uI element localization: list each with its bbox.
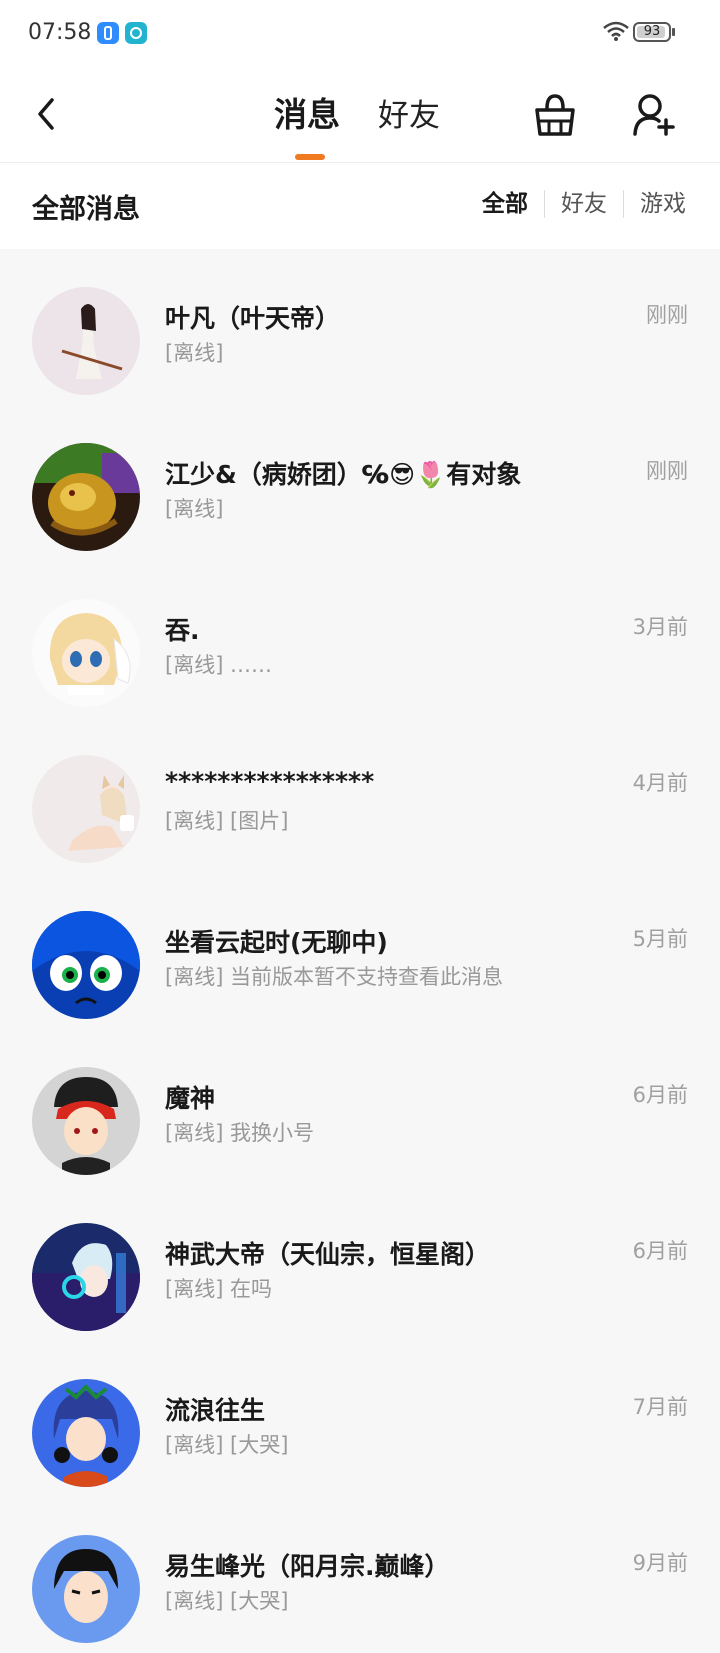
- shop-basket-icon[interactable]: [533, 92, 577, 138]
- filter-tabs: 全部 好友 游戏: [466, 190, 686, 218]
- battery-icon: 93: [633, 22, 671, 42]
- message-time: 刚刚: [646, 459, 688, 483]
- message-preview: [离线] [大哭]: [165, 1589, 289, 1613]
- message-time: 7月前: [632, 1395, 688, 1419]
- message-preview: [离线] [大哭]: [165, 1433, 289, 1457]
- avatar[interactable]: [32, 599, 140, 707]
- battery-percent: 93: [643, 24, 661, 39]
- message-row[interactable]: 易生峰光（阳月宗.巅峰） [离线] [大哭] 9月前: [0, 1497, 720, 1653]
- message-row[interactable]: **************** [离线] [图片] 4月前: [0, 717, 720, 873]
- tab-messages[interactable]: 消息: [274, 88, 340, 136]
- message-row[interactable]: 魔神 [离线] 我换小号 6月前: [0, 1029, 720, 1185]
- contact-name: 流浪往生: [165, 1396, 266, 1425]
- avatar[interactable]: [32, 443, 140, 551]
- message-time: 5月前: [632, 927, 688, 951]
- contact-name: 神武大帝（天仙宗，恒星阁）: [165, 1240, 491, 1269]
- message-row[interactable]: 流浪往生 [离线] [大哭] 7月前: [0, 1341, 720, 1497]
- message-time: 3月前: [632, 615, 688, 639]
- back-icon[interactable]: [28, 90, 68, 138]
- header: 消息 好友: [0, 66, 720, 163]
- battery-tip: [672, 28, 675, 36]
- message-row[interactable]: 坐看云起时(无聊中) [离线] 当前版本暂不支持查看此消息 5月前: [0, 873, 720, 1029]
- message-preview: [离线] ……: [165, 653, 273, 677]
- notification-app-icon-2: [125, 22, 147, 44]
- filter-tab-friends[interactable]: 好友: [544, 190, 623, 218]
- active-tab-indicator: [295, 154, 325, 160]
- message-list: 叶凡（叶天帝） [离线] 刚刚 江少&（病娇团）℅😎🌷有对象 [离线] 刚刚 吞…: [0, 249, 720, 1653]
- avatar[interactable]: [32, 287, 140, 395]
- status-bar: 07:58 93: [0, 0, 720, 66]
- message-preview: [离线]: [165, 497, 224, 521]
- message-time: 9月前: [632, 1551, 688, 1575]
- message-row[interactable]: 江少&（病娇团）℅😎🌷有对象 [离线] 刚刚: [0, 405, 720, 561]
- message-preview: [离线]: [165, 341, 224, 365]
- filter-tab-all[interactable]: 全部: [466, 190, 544, 218]
- wifi-icon: [603, 21, 629, 41]
- contact-name: ****************: [165, 767, 375, 796]
- contact-name: 坐看云起时(无聊中): [165, 928, 388, 957]
- message-time: 6月前: [632, 1239, 688, 1263]
- message-preview: [离线] [图片]: [165, 809, 289, 833]
- status-time: 07:58: [28, 20, 92, 45]
- avatar[interactable]: [32, 1379, 140, 1487]
- message-time: 刚刚: [646, 303, 688, 327]
- message-time: 6月前: [632, 1083, 688, 1107]
- avatar[interactable]: [32, 755, 140, 863]
- notification-app-icon: [97, 22, 119, 44]
- filter-title: 全部消息: [32, 194, 140, 225]
- message-preview: [离线] 在吗: [165, 1277, 273, 1301]
- filter-tab-games[interactable]: 游戏: [623, 190, 686, 218]
- tab-friends[interactable]: 好友: [378, 90, 440, 135]
- contact-name: 叶凡（叶天帝）: [165, 304, 341, 333]
- filter-bar: 全部消息 全部 好友 游戏: [0, 163, 720, 249]
- contact-name: 吞.: [165, 616, 200, 645]
- message-row[interactable]: 叶凡（叶天帝） [离线] 刚刚: [0, 249, 720, 405]
- message-preview: [离线] 我换小号: [165, 1121, 315, 1145]
- avatar[interactable]: [32, 1067, 140, 1175]
- contact-name: 江少&（病娇团）℅😎🌷有对象: [165, 460, 522, 489]
- avatar[interactable]: [32, 911, 140, 1019]
- avatar[interactable]: [32, 1223, 140, 1331]
- message-row[interactable]: 吞. [离线] …… 3月前: [0, 561, 720, 717]
- message-row[interactable]: 神武大帝（天仙宗，恒星阁） [离线] 在吗 6月前: [0, 1185, 720, 1341]
- add-friend-icon[interactable]: [632, 92, 676, 138]
- message-time: 4月前: [632, 771, 688, 795]
- contact-name: 易生峰光（阳月宗.巅峰）: [165, 1552, 450, 1581]
- contact-name: 魔神: [165, 1084, 216, 1113]
- avatar[interactable]: [32, 1535, 140, 1643]
- message-preview: [离线] 当前版本暂不支持查看此消息: [165, 965, 504, 989]
